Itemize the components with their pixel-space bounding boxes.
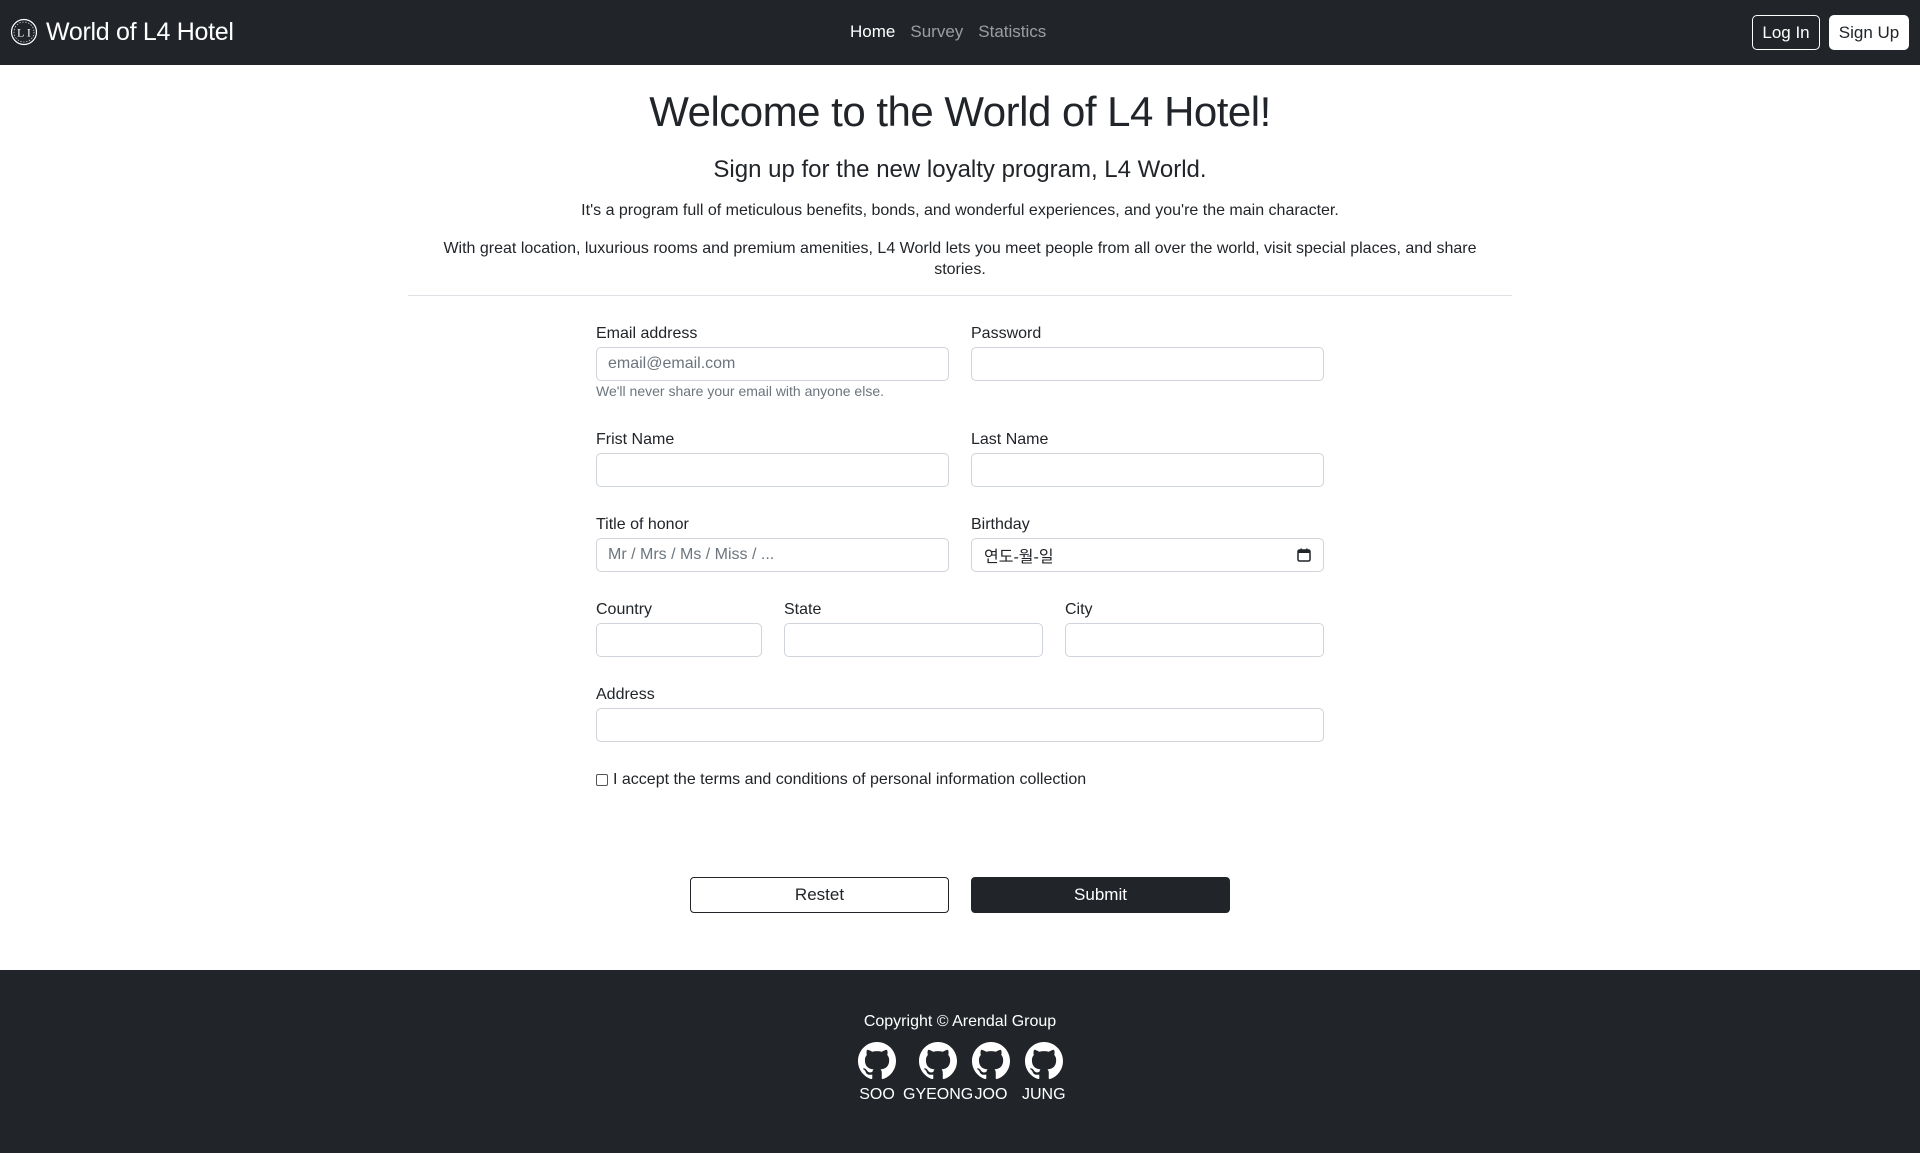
terms-label[interactable]: I accept the terms and conditions of per… [613,771,1086,789]
nav-link-statistics[interactable]: Statistics [978,22,1046,42]
svg-text:L I: L I [17,26,31,40]
address-label: Address [596,686,655,703]
password-label: Password [971,325,1042,342]
title-label: Title of honor [596,516,689,533]
last-name-label: Last Name [971,431,1049,448]
github-link-gyeong[interactable]: GYEONG [903,1042,973,1104]
email-label: Email address [596,325,698,342]
last-name-input[interactable] [971,453,1324,487]
terms-checkbox[interactable] [596,774,608,786]
brand-link[interactable]: L I World of L4 Hotel [10,15,234,49]
l4-logo-icon: L I [10,18,38,46]
first-name-input[interactable] [596,453,949,487]
city-label: City [1065,601,1093,618]
address-input[interactable] [596,708,1324,742]
github-icon [1024,1042,1063,1080]
github-icon [972,1042,1010,1080]
github-link-soo[interactable]: SOO [858,1042,896,1104]
member-name: JUNG [1022,1086,1066,1103]
brand-name: World of L4 Hotel [46,17,234,46]
navbar: L I World of L4 Hotel Home Survey Statis… [0,0,1920,65]
birthday-input[interactable]: 연도-월-일 [971,538,1324,572]
github-link-joo[interactable]: JOO [972,1042,1010,1104]
nav-links: Home Survey Statistics [850,20,1046,44]
email-help-text: We'll never share your email with anyone… [596,383,884,399]
state-label: State [784,601,822,618]
description-paragraph: With great location, luxurious rooms and… [443,240,1477,278]
member-name: GYEONG [903,1086,974,1103]
password-input[interactable] [971,347,1324,381]
birthday-placeholder: 연도-월-일 [984,549,1054,566]
nav-link-survey[interactable]: Survey [910,22,963,42]
intro-paragraph: It's a program full of meticulous benefi… [581,202,1339,219]
github-icon [858,1042,896,1080]
github-icon [919,1042,958,1080]
page-title: Welcome to the World of L4 Hotel! [649,88,1271,135]
reset-button[interactable]: Restet [690,877,949,913]
birthday-label: Birthday [971,516,1030,533]
member-name: SOO [859,1086,895,1103]
member-name: JOO [974,1086,1008,1103]
github-link-jung[interactable]: JUNG [1022,1042,1066,1104]
state-input[interactable] [784,623,1043,657]
terms-row: I accept the terms and conditions of per… [596,770,1086,790]
signup-button[interactable]: Sign Up [1829,15,1909,50]
country-label: Country [596,601,653,618]
login-button[interactable]: Log In [1752,15,1820,50]
divider [408,295,1512,296]
country-input[interactable] [596,623,762,657]
copyright-text: Copyright © Arendal Group [863,1013,1057,1030]
nav-link-home[interactable]: Home [850,22,895,42]
city-input[interactable] [1065,623,1324,657]
page-subtitle: Sign up for the new loyalty program, L4 … [713,156,1207,183]
submit-button[interactable]: Submit [971,877,1230,913]
title-input[interactable] [596,538,949,572]
first-name-label: Frist Name [596,431,675,448]
email-input[interactable] [596,347,949,381]
footer: Copyright © Arendal Group SOO GYEONG JOO… [0,970,1920,1153]
calendar-icon[interactable] [1297,548,1311,562]
